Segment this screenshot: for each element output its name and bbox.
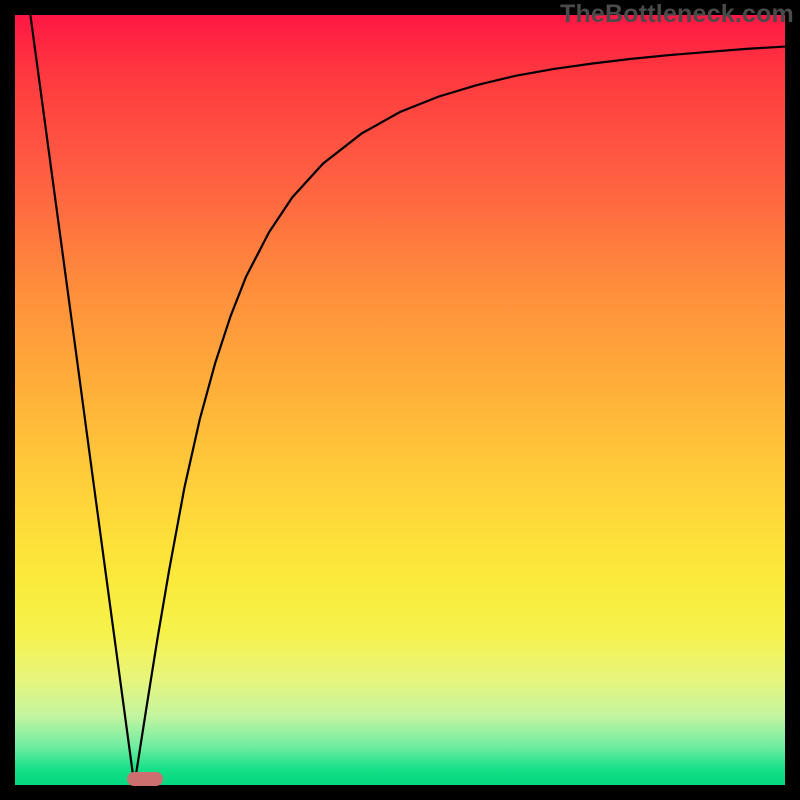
- watermark-text: TheBottleneck.com: [560, 0, 794, 29]
- curve-layer: [15, 15, 785, 785]
- optimal-range-marker: [127, 772, 162, 786]
- bottleneck-curve: [30, 15, 785, 785]
